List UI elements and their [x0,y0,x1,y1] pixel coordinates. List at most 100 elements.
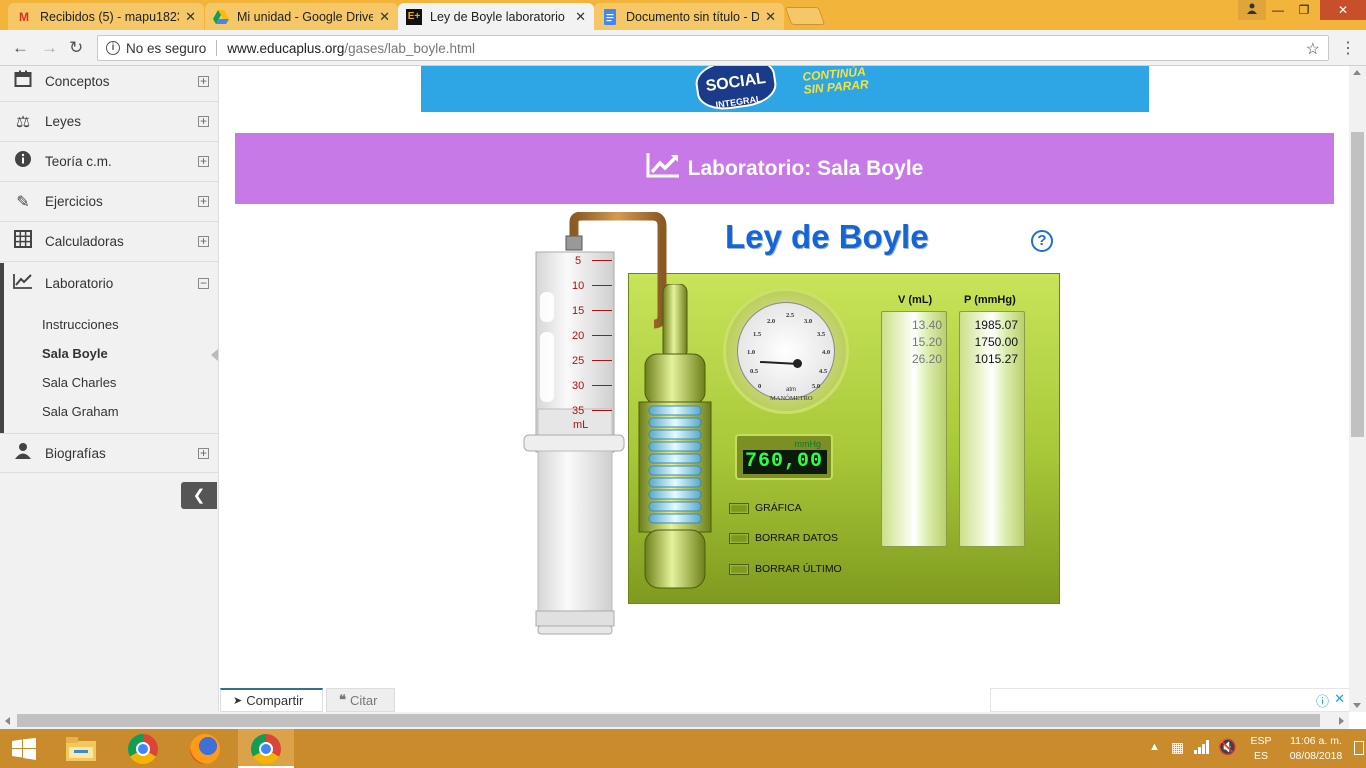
clock-time: 11:06 a. m. [1290,735,1342,747]
expand-icon[interactable]: + [198,447,209,459]
sidebar-item-conceptos[interactable]: Conceptos + [0,62,219,102]
gauge-number: 0 [758,383,762,390]
expand-icon[interactable]: + [198,235,209,247]
sidebar-item-leyes[interactable]: ⚖ Leyes + [0,102,219,142]
file-explorer-icon[interactable] [66,737,96,766]
sidebar-item-teoria[interactable]: Teoría c.m. + [0,142,219,182]
forward-icon[interactable]: → [41,38,58,58]
sidebar-subitem-sala-graham[interactable]: Sala Graham [42,404,119,419]
more-menu-icon[interactable]: ⋮ [1340,38,1356,58]
security-status: No es seguro [126,40,207,56]
sidebar-subitem-sala-charles[interactable]: Sala Charles [42,375,116,390]
share-label: Compartir [246,693,304,708]
bottom-ad[interactable]: ⓘ ✕ [990,688,1350,712]
volume-column: 13.40 15.20 26.20 [881,311,947,547]
simulation-title: Ley de Boyle [725,218,929,255]
close-icon[interactable]: ✕ [575,9,586,25]
sidebar-item-label: Calculadoras [45,234,124,249]
gauge-number: 5.0 [812,383,821,390]
sidebar-item-label: Conceptos [45,74,110,89]
address-bar[interactable]: i No es seguro www.educaplus.org/gases/l… [97,35,1329,61]
help-icon[interactable]: ? [1031,230,1053,252]
pressure-cell: 1985.07 [974,318,1018,332]
language-indicator[interactable]: ESP ES [1248,734,1274,764]
profile-icon[interactable] [1238,0,1266,20]
reload-icon[interactable]: ↻ [69,38,83,58]
borrar-ultimo-button[interactable]: BORRAR ÚLTIMO [729,561,869,577]
notifications-icon[interactable] [1354,741,1364,755]
signal-tray-icon[interactable] [1194,740,1210,759]
maximize-icon[interactable]: ❐ [1290,0,1318,20]
borrar-datos-button[interactable]: BORRAR DATOS [729,530,869,546]
clock[interactable]: 11:06 a. m. 08/08/2018 [1282,734,1350,764]
info-icon[interactable]: i [106,41,120,55]
scrollbar-thumb[interactable] [17,714,1320,727]
active-section-indicator [0,263,4,434]
tab-gmail[interactable]: M Recibidos (5) - mapu1823 ✕ [8,3,204,30]
minimize-icon[interactable]: — [1264,0,1292,20]
tick-line [592,310,612,311]
docs-icon [602,8,618,25]
scroll-up-icon[interactable] [1353,70,1361,75]
window-close-icon[interactable]: ✕ [1320,0,1366,20]
sidebar-item-calculadoras[interactable]: Calculadoras + [0,222,219,262]
tick-line [592,385,612,386]
new-tab-button[interactable] [784,7,826,25]
network-tray-icon[interactable]: ▦ [1171,739,1184,756]
sidebar: Conceptos + ⚖ Leyes + Teoría c.m. + ✎ Ej… [0,66,219,712]
bookmark-star-icon[interactable]: ☆ [1306,39,1320,59]
pressure-display: mmHg 760,00 [735,434,833,480]
language-code: ESP [1250,735,1272,747]
adchoices-icon[interactable]: ⓘ [1316,691,1329,710]
gauge-unit: atm [786,387,797,393]
sidebar-item-laboratorio[interactable]: Laboratorio − [0,263,219,303]
tick-label: 30 [572,380,585,392]
tab-docs[interactable]: Documento sin título - D ✕ [594,3,784,30]
chrome-icon[interactable] [128,734,158,764]
firefox-icon[interactable] [190,734,220,764]
scroll-left-icon[interactable] [5,717,10,725]
expand-icon[interactable]: + [198,195,209,207]
scroll-down-icon[interactable] [1353,703,1361,708]
tick-line [592,260,612,261]
sidebar-subitem-sala-boyle[interactable]: Sala Boyle [42,346,108,361]
share-tab[interactable]: ➤ Compartir [220,688,323,712]
collapse-icon[interactable]: − [198,277,209,289]
tick-label: 10 [572,280,585,292]
close-icon[interactable]: ✕ [379,9,390,25]
selected-indicator [211,349,218,361]
ad-banner[interactable]: SOCIAL INTEGRAL CONTINÚA SIN PARAR [421,66,1149,112]
close-icon[interactable]: ✕ [185,9,196,25]
volume-muted-icon[interactable]: 🔇 [1218,738,1237,756]
back-icon[interactable]: ← [12,38,29,58]
scroll-right-icon[interactable] [1339,717,1344,725]
grafica-button[interactable]: GRÁFICA [729,500,869,516]
tab-ley-de-boyle[interactable]: E+ Ley de Boyle laboratorio ✕ [398,3,594,30]
pressure-value: 760,00 [743,450,827,474]
collapse-sidebar-button[interactable]: ❮ [181,482,217,509]
close-ad-icon[interactable]: ✕ [1334,691,1345,707]
expand-icon[interactable]: + [198,155,209,167]
scrollbar-thumb[interactable] [1351,132,1364,437]
chrome-active-taskbar-item[interactable] [238,729,294,768]
expand-icon[interactable]: + [198,115,209,127]
sidebar-subitem-instrucciones[interactable]: Instrucciones [42,317,119,332]
sidebar-item-biografias[interactable]: Biografías + [0,433,219,473]
tray-chevron-icon[interactable]: ▲ [1149,741,1160,753]
cite-tab[interactable]: ❝ Citar [326,688,395,712]
tick-label: 15 [572,305,585,317]
educaplus-icon: E+ [406,8,422,25]
windows-start-icon[interactable] [12,738,36,765]
pressure-piston[interactable] [635,284,715,594]
page-title: Laboratorio: Sala Boyle [687,156,924,180]
close-icon[interactable]: ✕ [765,9,776,25]
expand-icon[interactable]: + [198,75,209,87]
sidebar-item-ejercicios[interactable]: ✎ Ejercicios + [0,182,219,222]
ad-logo: SOCIAL INTEGRAL [693,66,779,112]
gauge-label: MANÓMETRO [770,395,813,402]
vertical-scrollbar[interactable] [1349,66,1366,712]
gauge-number: 2.5 [786,312,795,319]
pressure-column-header: P (mmHg) [964,294,1016,306]
tab-drive[interactable]: Mi unidad - Google Drive ✕ [205,3,398,30]
horizontal-scrollbar[interactable] [0,712,1349,729]
